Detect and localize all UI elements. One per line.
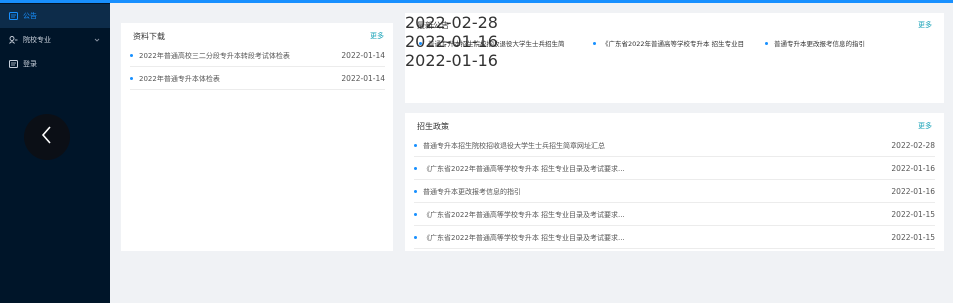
list-item[interactable]: 《广东省2022年普通高等学校专升本 招生专业目录及考试要求... 2022-0… [414,227,935,249]
school-icon [9,36,18,44]
downloads-more-link[interactable]: 更多 [370,31,384,41]
sidebar-item-login[interactable]: 登录 [0,52,110,76]
bullet-icon [130,77,133,80]
sidebar-item-schools[interactable]: 院校专业 [0,28,110,52]
sidebar-item-label: 登录 [23,60,37,68]
bullet-icon [419,41,422,45]
policy-title: 招生政策 [417,122,449,131]
downloads-title: 资料下载 [133,32,165,41]
policy-card: 招生政策 更多 普通专升本招生院校招收退役大学生士兵招生简章网址汇总 2022-… [405,113,944,251]
bullet-icon [130,54,133,57]
sidebar-item-label: 院校专业 [23,36,51,44]
bullet-icon [765,41,768,45]
sidebar-item-label: 公告 [23,12,37,20]
bullet-icon [414,144,417,147]
back-button[interactable] [24,114,70,160]
chevron-left-icon [40,125,54,149]
list-item[interactable]: 普通专升本更改报考信息的指引 2022-01-16 [414,181,935,203]
news-date: 2022-01-16 [405,51,498,70]
login-icon [9,60,18,68]
top-accent-bar [0,0,953,3]
list-item[interactable]: 《广东省2022年普通高等学校专升本 招生专业目录及考试要求... 2022-0… [414,204,935,226]
list-item[interactable]: 普通专升本招生院校招收退役大学生士兵招生简章网址汇总 2022-02-28 [414,135,935,157]
news-title: 最新公告 [417,21,449,30]
sidebar-item-announcements[interactable]: 公告 [0,4,110,28]
list-item[interactable]: 2022年普通专升本体检表 2022-01-14 [130,68,385,90]
bullet-icon [414,213,417,216]
bullet-icon [414,236,417,239]
list-item[interactable]: 2022年普通高校三二分段专升本转段考试体检表 2022-01-14 [130,45,385,67]
policy-more-link[interactable]: 更多 [918,121,932,131]
chevron-down-icon [93,36,101,44]
news-item[interactable]: 普通专升本招生院校招收退役大学生士兵招生简 [419,38,579,48]
announcement-icon [9,12,18,20]
news-date: 2022-02-28 [405,13,498,32]
list-item[interactable]: 《广东省2022年普通高等学校专升本 招生专业目录及考试要求... 2022-0… [414,158,935,180]
news-item[interactable]: 《广东省2022年普通高等学校专升本 招生专业目 [593,38,753,48]
downloads-card: 资料下载 更多 2022年普通高校三二分段专升本转段考试体检表 2022-01-… [121,23,393,251]
news-card: 最新公告 更多 普通专升本招生院校招收退役大学生士兵招生简 2022-02-28… [405,13,944,103]
bullet-icon [414,190,417,193]
bullet-icon [593,41,596,45]
sidebar: 公告 院校专业 登录 [0,3,110,303]
news-item[interactable]: 普通专升本更改报考信息的指引 [765,38,925,48]
bullet-icon [414,167,417,170]
news-more-link[interactable]: 更多 [918,20,932,30]
